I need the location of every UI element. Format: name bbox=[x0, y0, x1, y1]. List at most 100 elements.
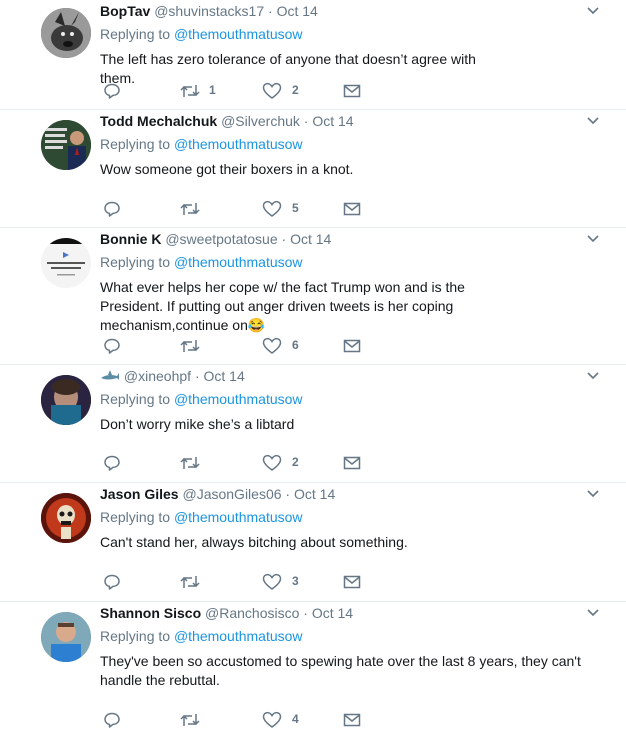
like-count: 2 bbox=[292, 455, 299, 469]
retweet-icon bbox=[180, 340, 200, 352]
reply-icon bbox=[104, 455, 120, 471]
tweet-actions: 6 bbox=[103, 336, 373, 356]
reply-icon bbox=[104, 201, 120, 217]
fullname[interactable]: Jason Giles bbox=[100, 486, 179, 502]
tweet-actions: 2 bbox=[103, 453, 373, 473]
tweet-header: Todd Mechalchuk @Silverchuk · Oct 14 bbox=[100, 112, 354, 130]
replying-to-link[interactable]: @themouthmatusow bbox=[174, 628, 303, 644]
tweet[interactable]: BopTav @shuvinstacks17 · Oct 14 Replying… bbox=[0, 0, 626, 110]
tweet-header: Shannon Sisco @Ranchosisco · Oct 14 bbox=[100, 604, 353, 622]
replying-to-label: Replying to bbox=[100, 509, 171, 525]
tweet[interactable]: Bonnie K @sweetpotatosue · Oct 14 Replyi… bbox=[0, 228, 626, 365]
retweet-icon bbox=[180, 457, 200, 469]
replying-to-link[interactable]: @themouthmatusow bbox=[174, 509, 303, 525]
like-count: 5 bbox=[292, 201, 299, 215]
separator-dot: · bbox=[303, 113, 309, 129]
chevron-down-icon[interactable] bbox=[586, 487, 600, 501]
heart-icon bbox=[262, 711, 282, 728]
timestamp[interactable]: Oct 14 bbox=[312, 113, 353, 129]
timestamp[interactable]: Oct 14 bbox=[290, 231, 331, 247]
tweet-actions: 5 bbox=[103, 199, 373, 219]
tweet[interactable]: Shannon Sisco @Ranchosisco · Oct 14 Repl… bbox=[0, 602, 626, 728]
chevron-down-icon[interactable] bbox=[586, 114, 600, 128]
timestamp[interactable]: Oct 14 bbox=[204, 368, 245, 384]
avatar[interactable] bbox=[41, 120, 91, 170]
retweet-icon bbox=[180, 714, 200, 726]
like-count: 3 bbox=[292, 574, 299, 588]
chevron-down-icon[interactable] bbox=[586, 232, 600, 246]
separator-dot: · bbox=[281, 231, 287, 247]
replying-to-label: Replying to bbox=[100, 391, 171, 407]
envelope-icon bbox=[343, 575, 361, 589]
heart-icon bbox=[262, 454, 282, 471]
like-count: 6 bbox=[292, 338, 299, 352]
handle[interactable]: @Ranchosisco bbox=[205, 605, 299, 621]
timestamp[interactable]: Oct 14 bbox=[277, 3, 318, 19]
replying-to-link[interactable]: @themouthmatusow bbox=[174, 136, 303, 152]
envelope-icon bbox=[343, 456, 361, 470]
replying-to-label: Replying to bbox=[100, 136, 171, 152]
reply-feed: BopTav @shuvinstacks17 · Oct 14 Replying… bbox=[0, 0, 626, 728]
avatar[interactable] bbox=[41, 493, 91, 543]
reply-icon bbox=[104, 83, 120, 99]
replying-to: Replying to @themouthmatusow bbox=[100, 628, 303, 644]
replying-to: Replying to @themouthmatusow bbox=[100, 254, 303, 270]
tweet-text: They've been so accustomed to spewing ha… bbox=[100, 653, 581, 688]
handle[interactable]: @sweetpotatosue bbox=[165, 231, 277, 247]
envelope-icon bbox=[343, 339, 361, 353]
avatar[interactable] bbox=[41, 238, 91, 288]
fullname[interactable]: BopTav bbox=[100, 3, 150, 19]
tweet-actions: 1 2 bbox=[103, 81, 373, 101]
fullname[interactable]: Bonnie K bbox=[100, 231, 161, 247]
replying-to-label: Replying to bbox=[100, 254, 171, 270]
shark-emoji-icon bbox=[101, 370, 119, 380]
tweet-text: Wow someone got their boxers in a knot. bbox=[100, 161, 354, 177]
tweet[interactable]: Todd Mechalchuk @Silverchuk · Oct 14 Rep… bbox=[0, 110, 626, 228]
like-count: 2 bbox=[292, 83, 299, 97]
tweet-actions: 4 bbox=[103, 710, 373, 730]
avatar[interactable] bbox=[41, 375, 91, 425]
chevron-down-icon[interactable] bbox=[586, 606, 600, 620]
tweet[interactable]: Jason Giles @JasonGiles06 · Oct 14 Reply… bbox=[0, 483, 626, 602]
envelope-icon bbox=[343, 202, 361, 216]
retweet-icon bbox=[180, 576, 200, 588]
tweet-text: Can't stand her, always bitching about s… bbox=[100, 534, 408, 550]
separator-dot: · bbox=[285, 486, 291, 502]
tweet[interactable]: @xineohpf · Oct 14 Replying to @themouth… bbox=[0, 365, 626, 483]
replying-to-link[interactable]: @themouthmatusow bbox=[174, 254, 303, 270]
avatar[interactable] bbox=[41, 612, 91, 662]
tweet-header: Bonnie K @sweetpotatosue · Oct 14 bbox=[100, 230, 331, 248]
retweet-count: 1 bbox=[209, 83, 216, 97]
avatar[interactable] bbox=[41, 8, 91, 58]
handle[interactable]: @Silverchuk bbox=[221, 113, 300, 129]
reply-icon bbox=[104, 712, 120, 728]
reply-icon bbox=[104, 574, 120, 590]
timestamp[interactable]: Oct 14 bbox=[312, 605, 353, 621]
separator-dot: · bbox=[303, 605, 308, 621]
tweet-header: BopTav @shuvinstacks17 · Oct 14 bbox=[100, 2, 318, 20]
reply-icon bbox=[104, 338, 120, 354]
replying-to-link[interactable]: @themouthmatusow bbox=[174, 391, 303, 407]
retweet-icon bbox=[180, 85, 200, 97]
separator-dot: · bbox=[268, 3, 273, 19]
tweet-text: Don’t worry mike she’s a libtard bbox=[100, 416, 295, 432]
replying-to: Replying to @themouthmatusow bbox=[100, 391, 303, 407]
tweet-header: @xineohpf · Oct 14 bbox=[100, 367, 245, 385]
handle[interactable]: @JasonGiles06 bbox=[182, 486, 281, 502]
timestamp[interactable]: Oct 14 bbox=[294, 486, 335, 502]
retweet-icon bbox=[180, 203, 200, 215]
handle[interactable]: @xineohpf bbox=[124, 368, 191, 384]
tweet-header: Jason Giles @JasonGiles06 · Oct 14 bbox=[100, 485, 335, 503]
chevron-down-icon[interactable] bbox=[586, 4, 600, 18]
like-count: 4 bbox=[292, 712, 299, 726]
fullname[interactable]: Todd Mechalchuk bbox=[100, 113, 217, 129]
separator-dot: · bbox=[194, 368, 200, 384]
chevron-down-icon[interactable] bbox=[586, 369, 600, 383]
replying-to: Replying to @themouthmatusow bbox=[100, 136, 303, 152]
replying-to-link[interactable]: @themouthmatusow bbox=[174, 26, 303, 42]
heart-icon bbox=[262, 573, 282, 590]
handle[interactable]: @shuvinstacks17 bbox=[154, 3, 264, 19]
replying-to-label: Replying to bbox=[100, 26, 171, 42]
envelope-icon bbox=[343, 713, 361, 727]
fullname[interactable]: Shannon Sisco bbox=[100, 605, 201, 621]
